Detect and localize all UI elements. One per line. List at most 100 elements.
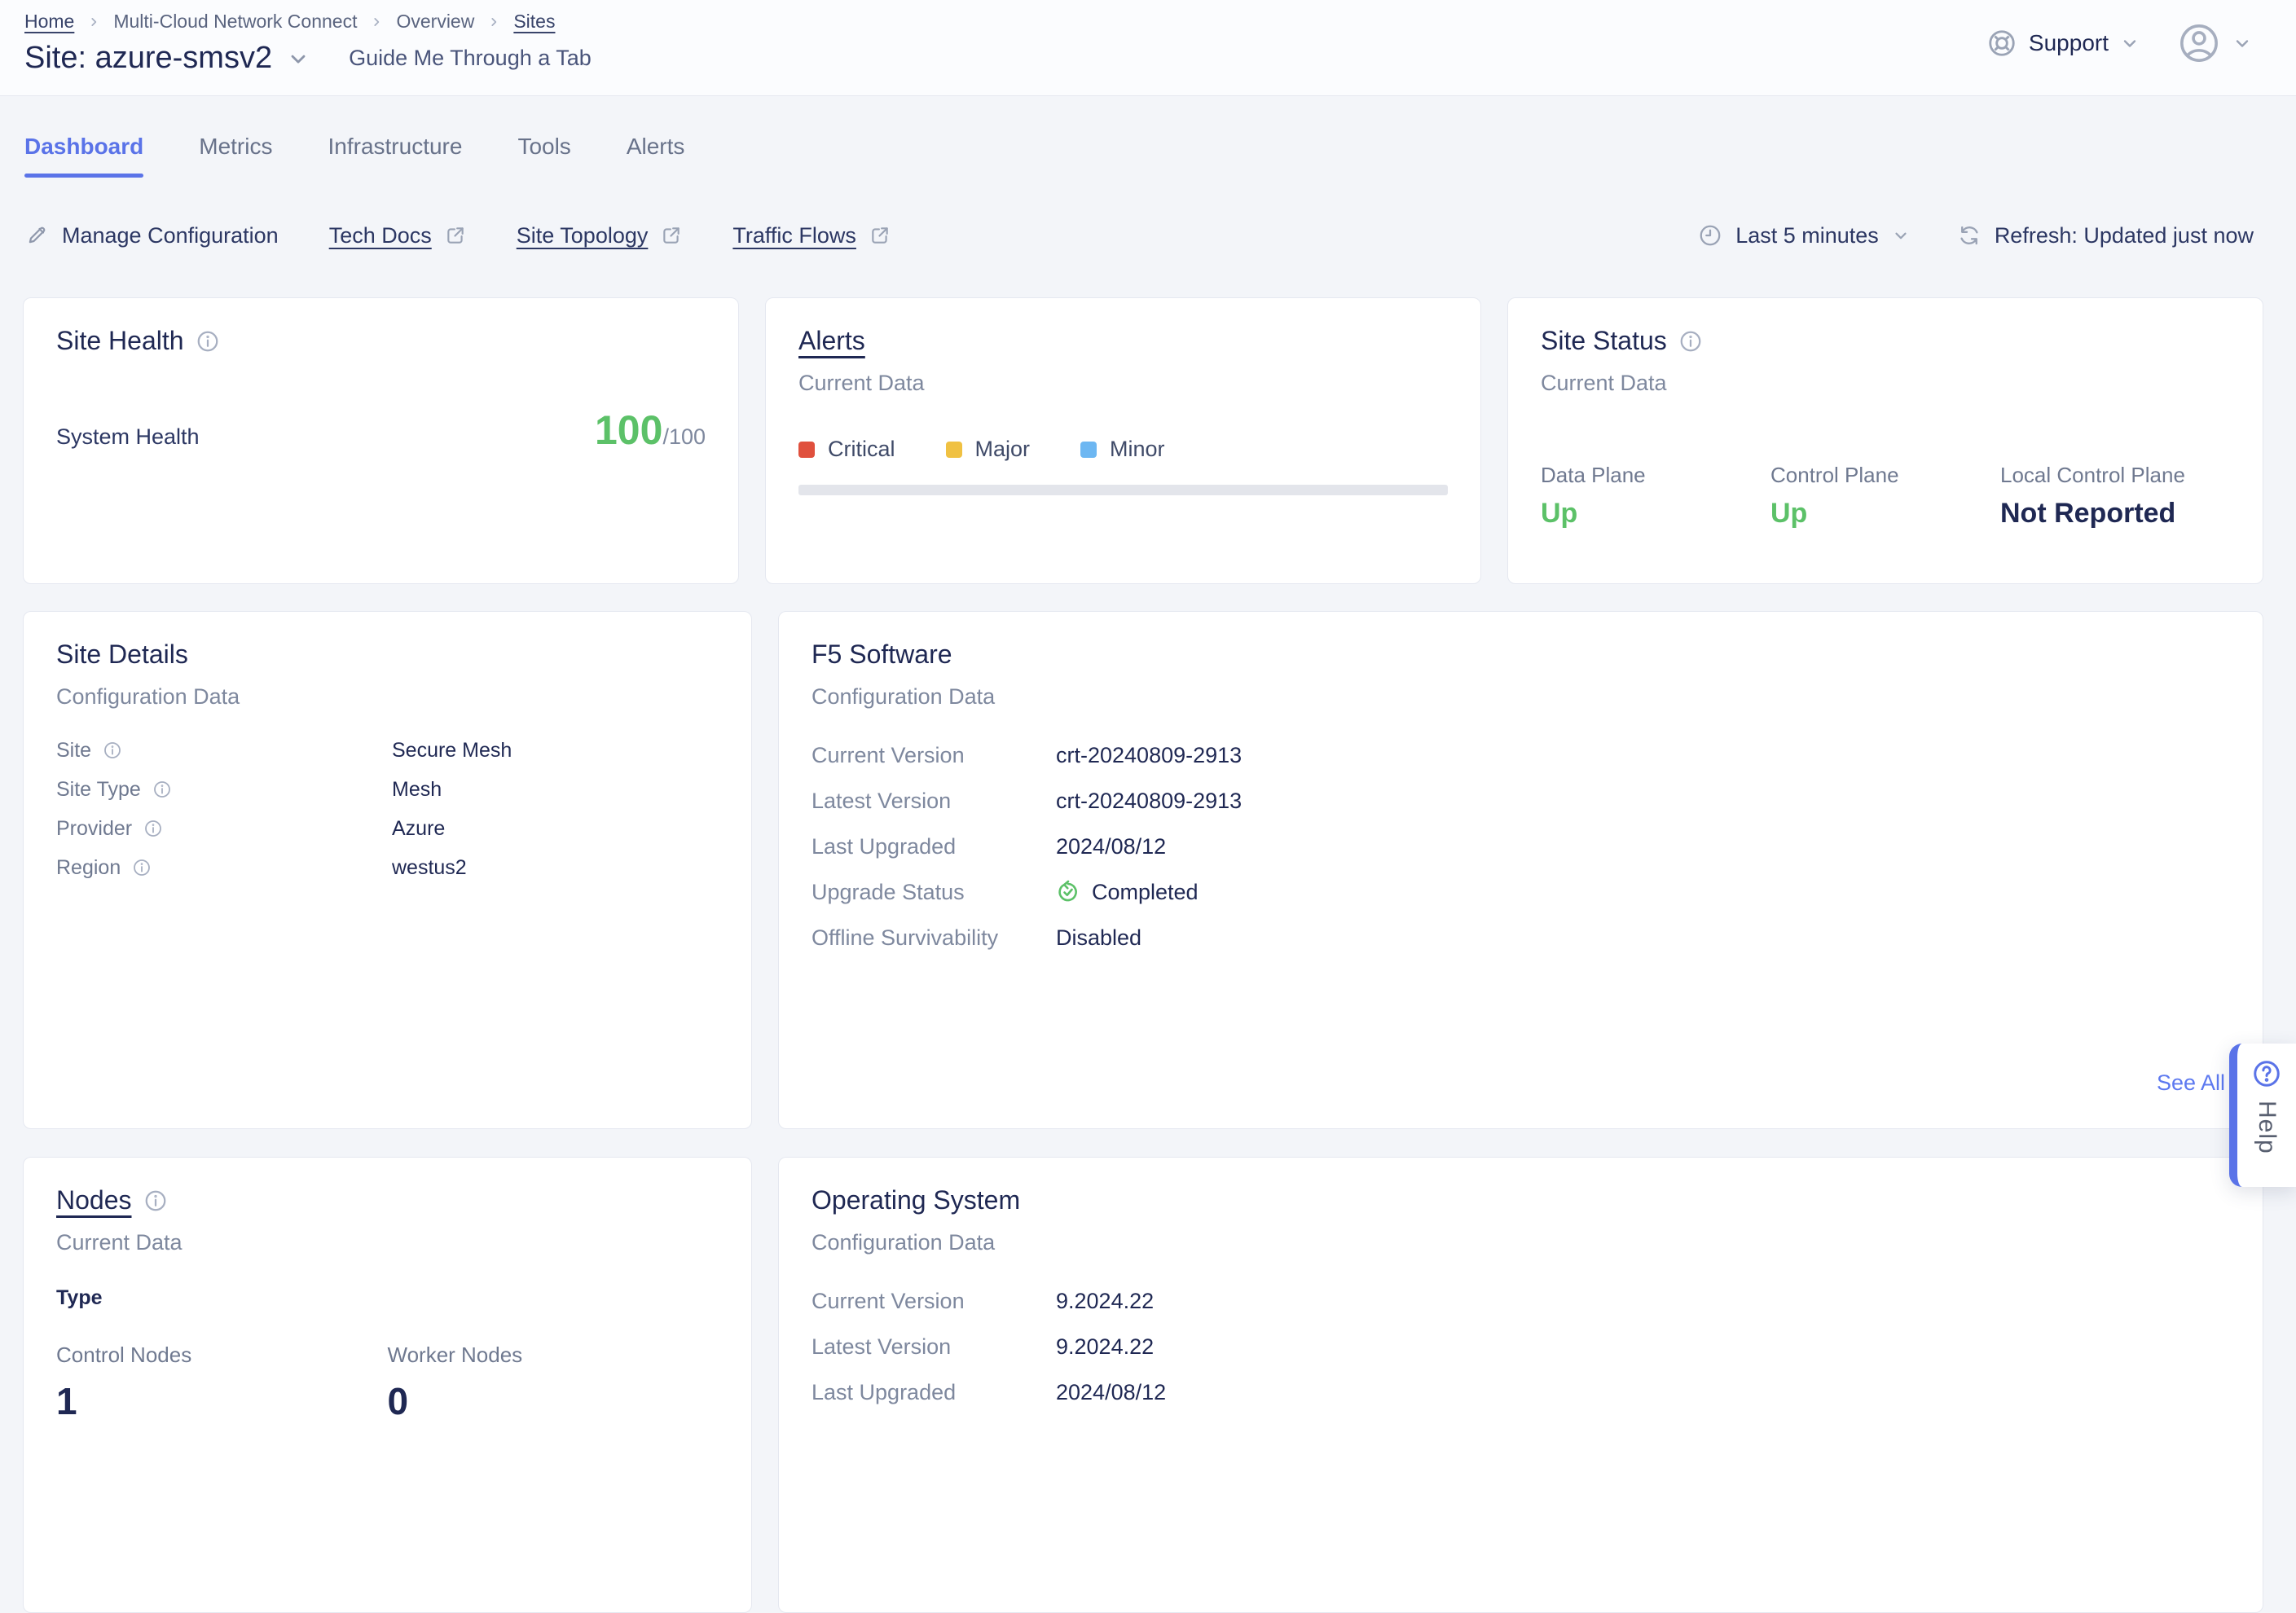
help-label: Help xyxy=(2253,1101,2281,1154)
page-title: Site: azure-smsv2 xyxy=(24,41,272,76)
critical-label: Critical xyxy=(828,437,895,462)
nodes-title-link[interactable]: Nodes xyxy=(56,1185,132,1215)
current-version-label: Current Version xyxy=(812,743,1056,768)
current-version-value: crt-20240809-2913 xyxy=(1056,743,1242,768)
info-icon[interactable] xyxy=(152,780,172,799)
check-circle-icon xyxy=(1056,880,1080,904)
top-header: Home Multi-Cloud Network Connect Overvie… xyxy=(0,0,2296,96)
external-link-icon xyxy=(661,225,682,246)
operating-system-title: Operating System xyxy=(812,1185,1020,1215)
worker-nodes-stat: Worker Nodes 0 xyxy=(388,1343,719,1423)
worker-nodes-value: 0 xyxy=(388,1379,719,1423)
last-upgraded-label: Last Upgraded xyxy=(812,834,1056,859)
os-current-version-value: 9.2024.22 xyxy=(1056,1289,1154,1314)
nodes-subtitle: Current Data xyxy=(56,1230,719,1255)
account-menu[interactable] xyxy=(2177,21,2252,65)
breadcrumb-sites[interactable]: Sites xyxy=(513,11,555,33)
nodes-type-label: Type xyxy=(56,1286,719,1310)
alerts-title-link[interactable]: Alerts xyxy=(798,326,865,356)
site-row: Site Secure Mesh xyxy=(56,731,719,770)
external-link-icon xyxy=(445,225,466,246)
info-icon[interactable] xyxy=(103,741,122,760)
tab-dashboard[interactable]: Dashboard xyxy=(24,134,143,178)
tech-docs-link[interactable]: Tech Docs xyxy=(329,223,466,248)
chevron-down-icon xyxy=(2232,33,2252,53)
local-control-plane-status: Local Control Plane Not Reported xyxy=(2000,463,2230,530)
region-label: Region xyxy=(56,856,121,880)
upgrade-status-label: Upgrade Status xyxy=(812,880,1056,905)
breadcrumb-overview: Overview xyxy=(396,11,474,33)
offline-survivability-label: Offline Survivability xyxy=(812,925,1056,951)
f5-software-card: F5 Software Configuration Data Current V… xyxy=(778,611,2263,1129)
latest-version-value: crt-20240809-2913 xyxy=(1056,789,1242,814)
site-status-subtitle: Current Data xyxy=(1541,371,2230,396)
info-icon[interactable] xyxy=(143,819,163,838)
manage-configuration-label: Manage Configuration xyxy=(62,223,279,248)
clock-icon xyxy=(1698,223,1722,248)
info-icon[interactable] xyxy=(143,1189,168,1213)
title-row: Site: azure-smsv2 Guide Me Through a Tab xyxy=(24,41,592,76)
os-latest-version-value: 9.2024.22 xyxy=(1056,1334,1154,1360)
minor-swatch-icon xyxy=(1080,442,1097,458)
site-health-card: Site Health System Health 100/100 xyxy=(23,297,739,584)
alerts-empty-bar xyxy=(798,485,1448,495)
guide-me-link[interactable]: Guide Me Through a Tab xyxy=(349,46,592,71)
alerts-subtitle: Current Data xyxy=(798,371,1448,396)
refresh-button[interactable]: Refresh: Updated just now xyxy=(1957,223,2254,248)
minor-label: Minor xyxy=(1110,437,1165,462)
os-last-upgraded-row: Last Upgraded 2024/08/12 xyxy=(812,1369,2230,1415)
f5-software-title: F5 Software xyxy=(812,639,952,670)
score-total: /100 xyxy=(662,424,706,449)
tab-alerts[interactable]: Alerts xyxy=(627,134,685,178)
control-nodes-value: 1 xyxy=(56,1379,388,1423)
site-topology-link[interactable]: Site Topology xyxy=(517,223,683,248)
see-all-link[interactable]: See All xyxy=(2157,1070,2225,1096)
operating-system-card: Operating System Configuration Data Curr… xyxy=(778,1157,2263,1613)
site-status-title: Site Status xyxy=(1541,326,1667,356)
tab-metrics[interactable]: Metrics xyxy=(199,134,272,178)
refresh-icon xyxy=(1957,223,1982,248)
legend-critical: Critical xyxy=(798,437,895,462)
avatar-icon xyxy=(2177,21,2221,65)
life-ring-icon xyxy=(1986,28,2017,59)
time-range-selector[interactable]: Last 5 minutes xyxy=(1698,223,1910,248)
info-icon[interactable] xyxy=(196,329,220,354)
provider-row: Provider Azure xyxy=(56,809,719,848)
os-last-upgraded-value: 2024/08/12 xyxy=(1056,1380,1166,1405)
last-upgraded-value: 2024/08/12 xyxy=(1056,834,1166,859)
manage-configuration-button[interactable]: Manage Configuration xyxy=(24,223,279,248)
info-icon[interactable] xyxy=(132,858,152,877)
os-last-upgraded-label: Last Upgraded xyxy=(812,1380,1056,1405)
support-menu[interactable]: Support xyxy=(1986,28,2140,59)
control-nodes-label: Control Nodes xyxy=(56,1343,388,1368)
help-tab[interactable]: Help xyxy=(2229,1044,2296,1187)
breadcrumb-home[interactable]: Home xyxy=(24,11,74,33)
info-icon[interactable] xyxy=(1678,329,1703,354)
dashboard-cards: Site Health System Health 100/100 Alerts… xyxy=(23,297,2263,1613)
site-selector-chevron-down-icon[interactable] xyxy=(287,47,310,70)
local-control-plane-value: Not Reported xyxy=(2000,498,2230,530)
legend-minor: Minor xyxy=(1080,437,1165,462)
control-plane-label: Control Plane xyxy=(1770,463,2000,488)
latest-version-label: Latest Version xyxy=(812,789,1056,814)
alerts-card: Alerts Current Data Critical Major Minor xyxy=(765,297,1481,584)
site-topology-label: Site Topology xyxy=(517,223,649,248)
upgrade-status-value: Completed xyxy=(1092,880,1199,905)
os-current-version-row: Current Version 9.2024.22 xyxy=(812,1278,2230,1324)
latest-version-row: Latest Version crt-20240809-2913 xyxy=(812,778,2230,824)
region-value: westus2 xyxy=(392,856,467,880)
control-plane-value: Up xyxy=(1770,498,2000,530)
region-row: Region westus2 xyxy=(56,848,719,887)
traffic-flows-label: Traffic Flows xyxy=(732,223,856,248)
operating-system-subtitle: Configuration Data xyxy=(812,1230,2230,1255)
data-plane-label: Data Plane xyxy=(1541,463,1770,488)
control-plane-status: Control Plane Up xyxy=(1770,463,2000,530)
tab-tools[interactable]: Tools xyxy=(517,134,570,178)
provider-label: Provider xyxy=(56,817,132,841)
breadcrumb-mcn-connect: Multi-Cloud Network Connect xyxy=(113,11,357,33)
data-plane-status: Data Plane Up xyxy=(1541,463,1770,530)
pencil-icon xyxy=(24,223,49,248)
tab-infrastructure[interactable]: Infrastructure xyxy=(328,134,462,178)
site-type-label: Site Type xyxy=(56,778,141,802)
traffic-flows-link[interactable]: Traffic Flows xyxy=(732,223,891,248)
